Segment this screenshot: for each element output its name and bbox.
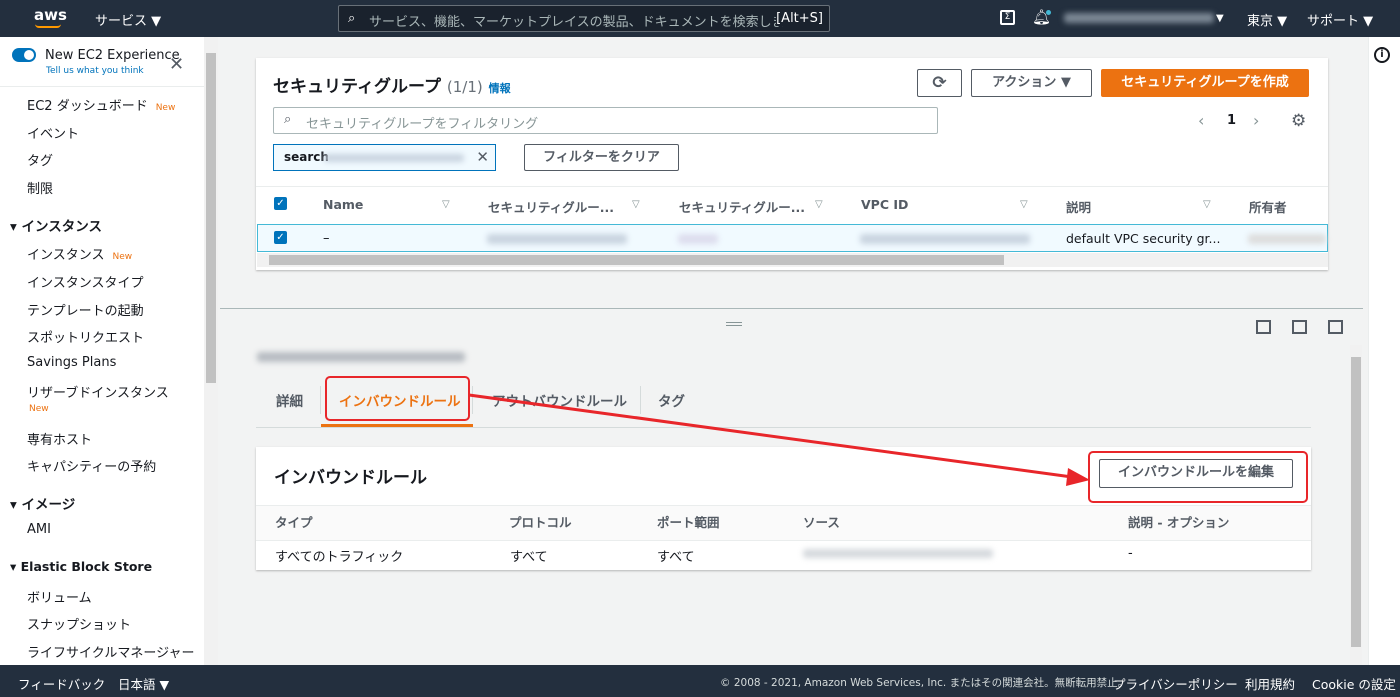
language-selector[interactable]: 日本語 ▼ [118, 674, 169, 693]
annotation-box-button [1088, 451, 1308, 503]
privacy-link[interactable]: プライバシーポリシー [1113, 674, 1238, 693]
footer: フィードバック 日本語 ▼ © 2008 - 2021, Amazon Web … [0, 665, 1400, 697]
cookie-link[interactable]: Cookie の設定 [1312, 674, 1396, 693]
terms-link[interactable]: 利用規約 [1245, 674, 1295, 693]
annotation-overlay [325, 376, 1308, 503]
annotation-box-tab [325, 376, 470, 421]
arrow-head-icon [1066, 468, 1090, 486]
annotation-arrow [468, 393, 1073, 479]
copyright: © 2008 - 2021, Amazon Web Services, Inc.… [720, 677, 1129, 689]
feedback-link[interactable]: フィードバック [18, 674, 105, 693]
